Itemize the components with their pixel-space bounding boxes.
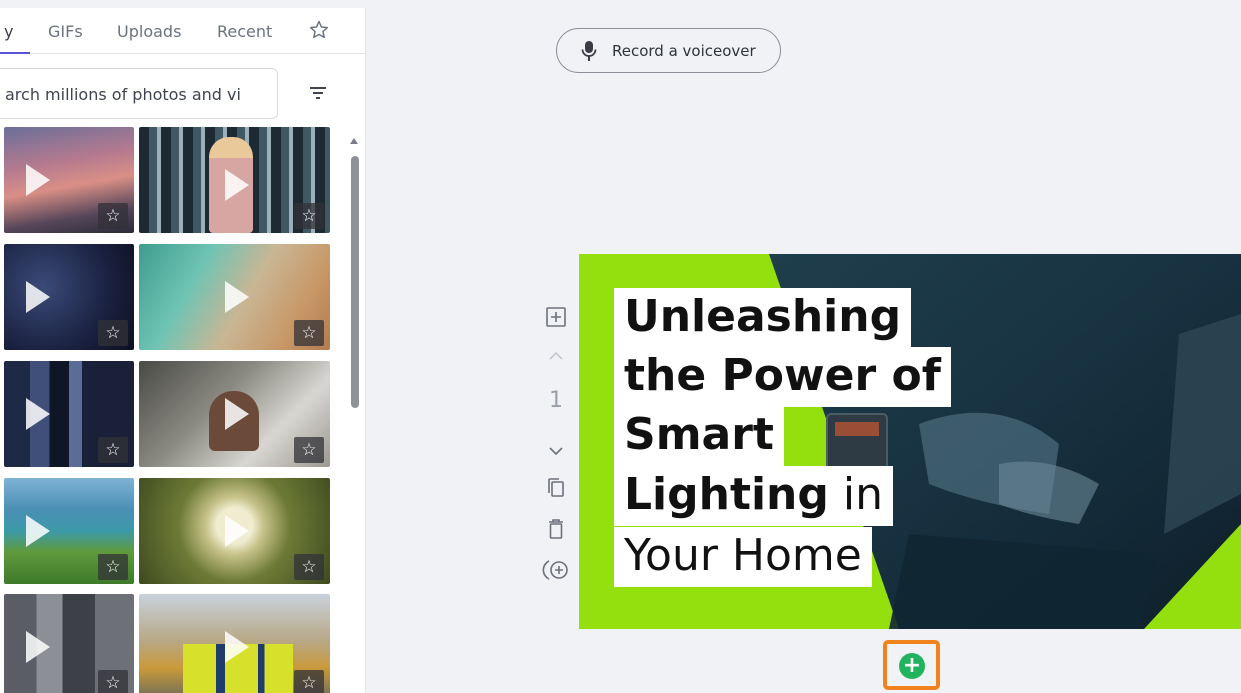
play-icon [26, 281, 50, 313]
video-thumbnail[interactable]: ☆ [4, 478, 134, 584]
duplicate-icon[interactable] [542, 474, 570, 502]
video-thumbnail[interactable]: ☆ [139, 361, 330, 467]
active-tab-indicator [0, 52, 30, 54]
record-voiceover-button[interactable]: Record a voiceover [556, 28, 781, 73]
microphone-icon [581, 41, 597, 61]
caption-bold-text: the Power of [624, 350, 941, 401]
caption-bold-text: Smart [624, 409, 774, 460]
tab-uploads[interactable]: Uploads [117, 22, 181, 41]
delete-icon[interactable] [542, 515, 570, 543]
voiceover-label: Record a voiceover [612, 42, 756, 60]
media-tabs: y GIFs Uploads Recent [0, 8, 365, 54]
tab-library[interactable]: y [4, 22, 13, 41]
video-thumbnail[interactable]: ☆ [139, 478, 330, 584]
play-icon [225, 515, 249, 547]
star-icon[interactable] [308, 19, 330, 41]
video-thumbnail[interactable]: ☆ [139, 594, 330, 693]
star-icon[interactable]: ☆ [98, 670, 128, 693]
caption-regular-text: Your Home [624, 530, 862, 581]
star-icon[interactable]: ☆ [294, 320, 324, 346]
scroll-up-icon[interactable] [350, 138, 358, 144]
filter-icon[interactable] [308, 86, 328, 100]
chevron-down-icon[interactable] [542, 437, 570, 465]
play-icon [225, 398, 249, 430]
play-icon [26, 631, 50, 663]
scene-number: 1 [549, 388, 563, 413]
star-icon[interactable]: ☆ [98, 437, 128, 463]
video-thumbnail[interactable]: ☆ [139, 127, 330, 233]
caption-line-3[interactable]: Smart [614, 406, 784, 466]
video-thumbnail[interactable]: ☆ [4, 594, 134, 693]
search-value: arch millions of photos and vi [5, 85, 241, 104]
star-icon[interactable]: ☆ [98, 320, 128, 346]
media-panel: y GIFs Uploads Recent arch millions of p… [0, 8, 366, 693]
star-icon[interactable]: ☆ [294, 203, 324, 229]
scrollbar-thumb[interactable] [351, 156, 359, 408]
play-icon [26, 164, 50, 196]
chevron-up-icon[interactable] [542, 342, 570, 370]
caption-bold-text: Unleashing [624, 291, 902, 342]
video-thumbnail[interactable]: ☆ [4, 127, 134, 233]
caption-bold-text: Lighting [624, 469, 829, 520]
play-icon [26, 398, 50, 430]
video-thumbnail[interactable]: ☆ [4, 361, 134, 467]
caption-regular-text: in [828, 469, 883, 520]
play-icon [26, 515, 50, 547]
plus-icon: + [899, 653, 925, 679]
caption-line-4[interactable]: Lighting in [614, 466, 893, 526]
play-icon [225, 281, 249, 313]
video-thumbnail[interactable]: ☆ [4, 244, 134, 350]
tab-gifs[interactable]: GIFs [48, 22, 83, 41]
star-icon[interactable]: ☆ [294, 554, 324, 580]
add-media-icon[interactable] [542, 556, 570, 584]
star-icon[interactable]: ☆ [294, 437, 324, 463]
video-thumbnail[interactable]: ☆ [139, 244, 330, 350]
search-input[interactable]: arch millions of photos and vi [0, 68, 278, 119]
add-text-icon[interactable] [542, 303, 570, 331]
play-icon [225, 169, 249, 201]
tab-recent[interactable]: Recent [217, 22, 272, 41]
add-scene-button[interactable]: + [883, 640, 940, 690]
play-icon [225, 631, 249, 663]
caption-line-2[interactable]: the Power of [614, 347, 951, 407]
star-icon[interactable]: ☆ [98, 554, 128, 580]
star-icon[interactable]: ☆ [294, 670, 324, 693]
caption-line-5[interactable]: Your Home [614, 527, 872, 587]
star-icon[interactable]: ☆ [98, 203, 128, 229]
caption-line-1[interactable]: Unleashing [614, 288, 912, 348]
